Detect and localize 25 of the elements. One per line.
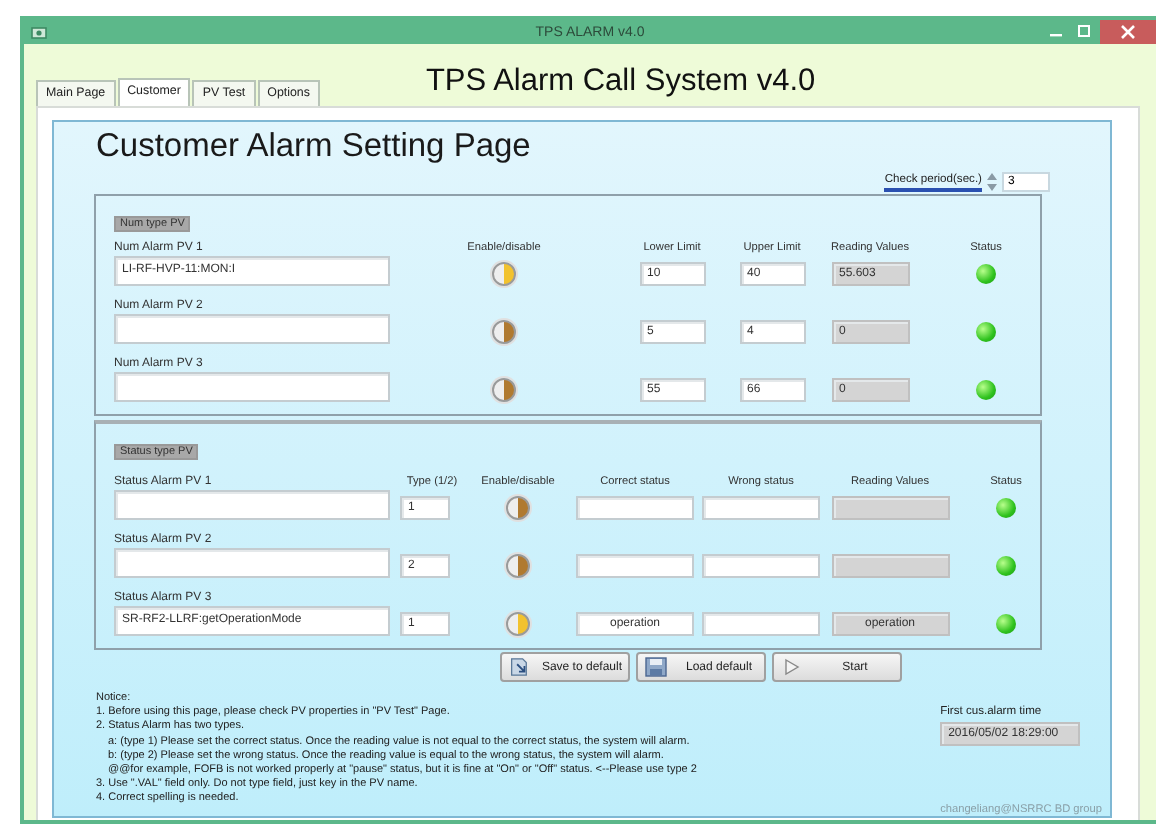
play-icon: [780, 656, 804, 678]
document-arrow-icon: [508, 656, 530, 678]
wrong-status-field[interactable]: [702, 554, 820, 578]
close-icon[interactable]: [1100, 20, 1156, 44]
enable-dial[interactable]: [492, 320, 516, 344]
pv-name-field[interactable]: [114, 490, 390, 520]
maximize-icon[interactable]: [1072, 22, 1096, 42]
correct-status-field[interactable]: [576, 496, 694, 520]
reading-value-field: [831, 496, 949, 520]
app-title: TPS Alarm Call System v4.0: [425, 64, 816, 100]
wrong-status-field[interactable]: [702, 612, 820, 636]
reading-value-field: [831, 554, 949, 578]
correct-status-field[interactable]: [576, 554, 694, 578]
wrong-status-field[interactable]: [702, 496, 820, 520]
pv-name-field[interactable]: [114, 372, 390, 402]
enable-dial[interactable]: [492, 378, 516, 402]
pv-name-field[interactable]: [114, 314, 390, 344]
page-title: Customer Alarm Setting Page: [96, 128, 531, 166]
enable-dial[interactable]: [492, 262, 516, 286]
enable-dial[interactable]: [506, 554, 530, 578]
enable-dial[interactable]: [506, 612, 530, 636]
enable-dial[interactable]: [506, 496, 530, 520]
pv-name-field[interactable]: [114, 548, 390, 578]
spinner-arrows-icon[interactable]: [986, 172, 998, 192]
app-icon: [30, 23, 48, 41]
